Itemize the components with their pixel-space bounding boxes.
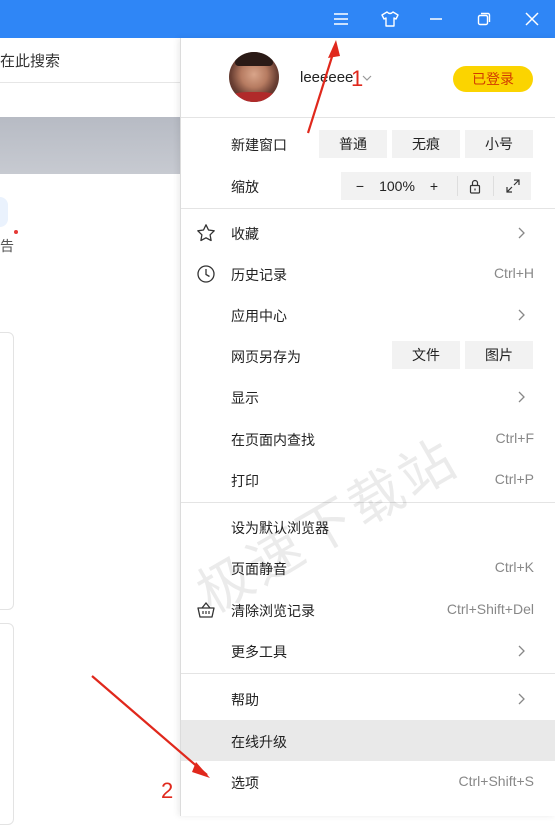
annotation-arrows <box>91 40 340 778</box>
annotation-label-2: 2 <box>161 778 174 803</box>
annotation-label-1: 1 <box>351 66 364 91</box>
